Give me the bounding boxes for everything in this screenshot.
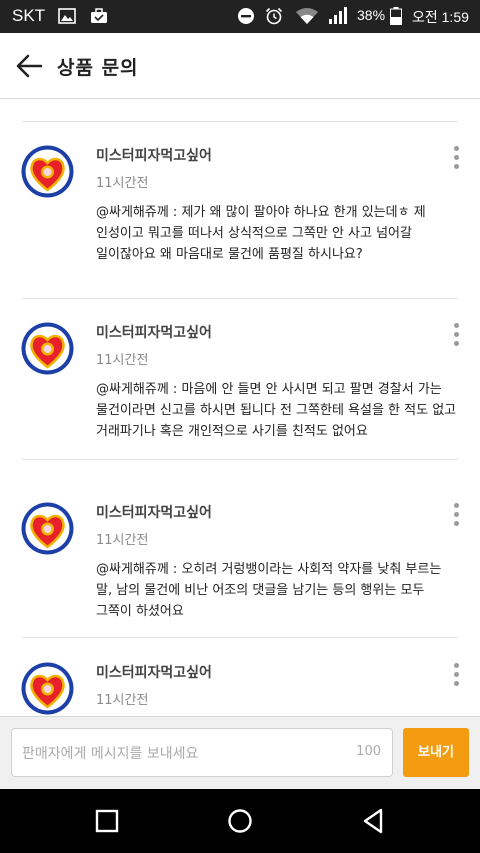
- arrow-left-icon[interactable]: [10, 47, 48, 85]
- divider: [22, 637, 458, 638]
- battery-icon: [390, 7, 402, 25]
- avatar[interactable]: [21, 502, 74, 555]
- status-clock: 오전 1:59: [412, 9, 469, 25]
- nickname: 미스터피자먹고싶어: [96, 665, 212, 681]
- comment-text: @싸게해쥬께 : 제가 왜 많이 팔아야 하나요 한개 있는데ㅎ 제 인성이고 …: [96, 205, 426, 262]
- nickname: 미스터피자먹고싶어: [96, 505, 212, 521]
- timestamp: 11시간전: [96, 353, 149, 368]
- comment-text: @싸게해쥬께 : 마음에 안 들면 안 사시면 되고 팔면 경찰서 가는 물건이…: [96, 382, 457, 439]
- status-bar: SKT 38% 오전 1:59: [0, 0, 480, 33]
- divider: [22, 459, 458, 460]
- char-limit: 100: [356, 744, 381, 759]
- divider: [22, 298, 458, 299]
- nickname: 미스터피자먹고싶어: [96, 325, 212, 341]
- navigation-bar: [0, 789, 480, 853]
- dnd-icon: [238, 8, 254, 24]
- page-title: 상품 문의: [57, 57, 139, 79]
- timestamp: 11시간전: [96, 533, 149, 548]
- comment-text: @싸게해쥬께 : 오히려 거렁뱅이라는 사회적 약자를 낮춰 부르는 말, 남의…: [96, 562, 442, 619]
- more-vert-icon[interactable]: [446, 503, 466, 529]
- home-icon[interactable]: [226, 807, 254, 835]
- message-input[interactable]: 판매자에게 메시지를 보내세요 100: [11, 728, 393, 777]
- more-vert-icon[interactable]: [446, 146, 466, 172]
- divider: [22, 121, 458, 122]
- message-bar: 판매자에게 메시지를 보내세요 100 보내기: [0, 716, 480, 789]
- timestamp: 11시간전: [96, 693, 149, 708]
- avatar[interactable]: [21, 662, 74, 715]
- carrier-label: SKT: [12, 6, 46, 25]
- avatar[interactable]: [21, 145, 74, 198]
- more-vert-icon[interactable]: [446, 323, 466, 349]
- signal-icon: [329, 7, 347, 24]
- avatar[interactable]: [21, 322, 74, 375]
- timestamp: 11시간전: [96, 176, 149, 191]
- battery-percent: 38%: [357, 7, 386, 23]
- more-vert-icon[interactable]: [446, 663, 466, 689]
- image-icon: [58, 8, 76, 24]
- comment-list[interactable]: 미스터피자먹고싶어 11시간전 @싸게해쥬께 : 제가 왜 많이 팔아야 하나요…: [0, 99, 480, 716]
- message-placeholder: 판매자에게 메시지를 보내세요: [22, 746, 199, 762]
- app-header: 상품 문의: [0, 33, 480, 99]
- recent-apps-icon[interactable]: [93, 807, 121, 835]
- wifi-icon: [296, 8, 318, 24]
- alarm-icon: [265, 7, 283, 25]
- nickname: 미스터피자먹고싶어: [96, 148, 212, 164]
- send-button[interactable]: 보내기: [403, 728, 469, 777]
- back-icon[interactable]: [360, 807, 388, 835]
- briefcase-icon: [91, 8, 107, 23]
